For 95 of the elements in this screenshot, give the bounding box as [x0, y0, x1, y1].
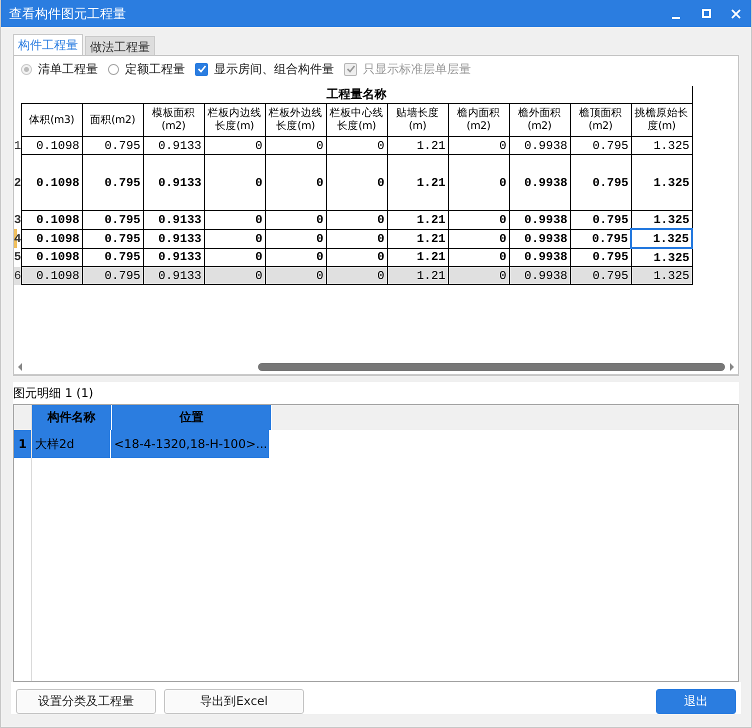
table-cell: 0.1098 — [21, 154, 82, 210]
table-cell: 0.795 — [82, 154, 143, 210]
table-cell: 0 — [204, 266, 265, 284]
table-cell: 0.795 — [570, 154, 631, 210]
table-cell: 0.795 — [82, 266, 143, 284]
row-number: 5 — [14, 248, 21, 266]
table-cell: 0 — [326, 210, 387, 229]
table-cell: 0 — [204, 154, 265, 210]
close-icon — [731, 8, 741, 18]
exit-button[interactable]: 退出 — [656, 689, 736, 714]
scroll-right-icon[interactable] — [729, 363, 735, 371]
column-header: 檐外面积(m2) — [509, 104, 570, 136]
table-cell: 0.795 — [82, 229, 143, 248]
table-cell: 0.1098 — [21, 229, 82, 248]
table-cell: 0.9938 — [509, 266, 570, 284]
table-cell: 0.9133 — [143, 266, 204, 284]
option-label: 显示房间、组合构件量 — [214, 60, 334, 78]
table-cell: 1.325 — [631, 229, 692, 248]
option-label: 清单工程量 — [38, 60, 98, 78]
table-cell: 0.1098 — [21, 210, 82, 229]
table-cell: 0 — [265, 266, 326, 284]
column-header: 挑檐原始长度(m) — [631, 104, 692, 136]
table-cell: 1.21 — [387, 154, 448, 210]
table-cell: 0.795 — [570, 136, 631, 154]
action-button[interactable]: 导出到Excel — [164, 689, 304, 714]
table-cell: 0 — [326, 229, 387, 248]
table-cell: 0.1098 — [21, 266, 82, 284]
table-cell: 0 — [448, 136, 509, 154]
table-cell: 0.795 — [570, 266, 631, 284]
scrollbar-thumb[interactable] — [258, 363, 725, 371]
maximize-icon — [702, 9, 710, 18]
minimize-icon — [672, 16, 680, 18]
table-cell: 0.795 — [82, 210, 143, 229]
row-number: 1 — [14, 136, 21, 154]
column-header: 檐内面积(m2) — [448, 104, 509, 136]
table-cell: 1.21 — [387, 136, 448, 154]
option-label: 只显示标准层单层量 — [363, 60, 471, 78]
column-header: 位置 — [112, 405, 272, 430]
column-header: 面积(m2) — [82, 104, 143, 136]
option-label: 定额工程量 — [125, 60, 185, 78]
table-cell[interactable]: <18-4-1320,18-H-100>... — [111, 430, 270, 458]
table-cell: 0.9938 — [509, 154, 570, 210]
table-cell: 0 — [326, 266, 387, 284]
table-cell: 1.21 — [387, 210, 448, 229]
section-title: 图元明细 1 (1) — [13, 385, 94, 402]
table-cell: 0.9133 — [143, 229, 204, 248]
table-cell: 0.795 — [570, 210, 631, 229]
column-header: 栏板内边线长度(m) — [204, 104, 265, 136]
table-cell: 0 — [265, 154, 326, 210]
table-cell: 0 — [265, 210, 326, 229]
table-cell: 0 — [204, 229, 265, 248]
column-header: 模板面积(m2) — [143, 104, 204, 136]
column-header: 栏板中心线长度(m) — [326, 104, 387, 136]
table-cell: 0 — [448, 229, 509, 248]
table-cell: 0.9938 — [509, 229, 570, 248]
column-header: 檐顶面积(m2) — [570, 104, 631, 136]
table-cell: 1.21 — [387, 266, 448, 284]
table-cell: 0 — [204, 210, 265, 229]
table-cell: 0.9133 — [143, 210, 204, 229]
table-cell: 0 — [265, 136, 326, 154]
table-cell: 0.9133 — [143, 154, 204, 210]
table-cell: 0 — [448, 266, 509, 284]
row-number: 2 — [14, 154, 21, 210]
tab[interactable]: 构件工程量 — [13, 34, 83, 56]
tab[interactable]: 做法工程量 — [85, 36, 155, 56]
table-cell: 0 — [448, 154, 509, 210]
horizontal-scrollbar[interactable] — [14, 360, 738, 375]
table-cell: 0 — [448, 210, 509, 229]
table-cell: 0 — [204, 136, 265, 154]
table-cell: 1.21 — [387, 229, 448, 248]
checkbox[interactable] — [195, 62, 208, 76]
radio-button[interactable] — [108, 64, 119, 74]
table-cell: 0.9938 — [509, 210, 570, 229]
column-header: 体积(m3) — [21, 104, 82, 136]
table-cell: 0 — [265, 229, 326, 248]
column-header: 构件名称 — [32, 405, 112, 430]
table-cell: 1.325 — [631, 136, 692, 154]
table-cell: 0 — [326, 136, 387, 154]
column-group-header: 工程量名称 — [21, 86, 692, 104]
table-cell: 0 — [326, 154, 387, 210]
action-button[interactable]: 设置分类及工程量 — [16, 689, 156, 714]
table-cell: 0.795 — [82, 136, 143, 154]
column-header: 栏板外边线长度(m) — [265, 104, 326, 136]
table-cell: 1.325 — [631, 154, 692, 210]
table-cell: 0.9938 — [509, 136, 570, 154]
row-number: 3 — [14, 210, 21, 229]
table-cell: 0.1098 — [21, 136, 82, 154]
table-cell: 0.9133 — [143, 136, 204, 154]
window-title: 查看构件图元工程量 — [9, 6, 127, 22]
row-number: 6 — [14, 266, 21, 284]
column-header: 贴墙长度(m) — [387, 104, 448, 136]
table-cell[interactable]: 大样2d — [32, 430, 111, 458]
scroll-left-icon[interactable] — [17, 363, 23, 371]
row-number: 1 — [14, 430, 32, 458]
table-cell: 1.325 — [631, 266, 692, 284]
